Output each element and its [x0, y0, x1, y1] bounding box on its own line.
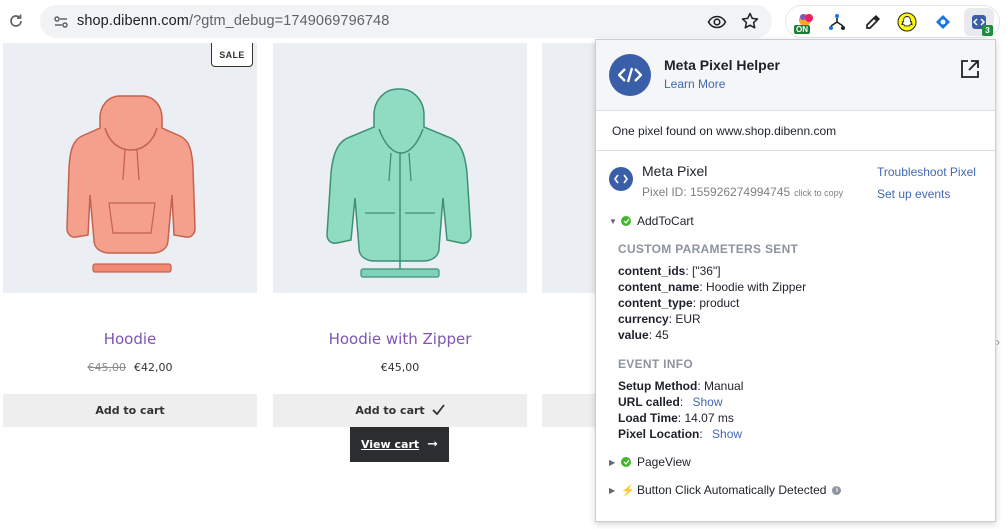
check-icon [432, 403, 445, 418]
product-image-hoodie[interactable] [3, 43, 257, 293]
event-row-pageview[interactable]: ▶ PageView [609, 455, 691, 469]
sale-badge: SALE [211, 43, 253, 67]
url-text[interactable]: shop.dibenn.com/?gtm_debug=1749069796748 [77, 13, 389, 29]
learn-more-link[interactable]: Learn More [664, 77, 725, 91]
add-to-cart-button[interactable]: Add to cart [273, 394, 527, 427]
arrow-right-icon: ➞ [427, 437, 439, 452]
add-to-cart-button[interactable]: Add to cart [3, 394, 257, 427]
param-key: currency [618, 312, 669, 326]
show-location-link[interactable]: Show [712, 427, 742, 441]
snapchat-extension-icon[interactable] [895, 11, 919, 33]
info-key: Setup Method [618, 379, 698, 393]
param-key: content_type [618, 296, 693, 310]
view-cart-label: View cart [360, 438, 420, 451]
info-key: Pixel Location [618, 427, 700, 441]
info-icon[interactable]: i [832, 485, 842, 495]
pixel-icon [609, 167, 633, 191]
event-name: Button Click Automatically Detected [637, 483, 827, 497]
pixel-id-value: Pixel ID: 155926274994745 [642, 185, 791, 199]
param-row: value: 45 [618, 328, 669, 342]
eye-icon[interactable] [707, 12, 727, 32]
event-row-addtocart[interactable]: ▼ AddToCart [609, 214, 694, 228]
show-url-link[interactable]: Show [692, 395, 722, 409]
event-info-row: Load Time: 14.07 ms [618, 411, 734, 425]
param-value: 45 [655, 328, 669, 342]
param-row: content_name: Hoodie with Zipper [618, 280, 807, 294]
collapsed-caret-icon: ▶ [609, 485, 616, 495]
meta-pixel-helper-popup: Meta Pixel Helper Learn More One pixel f… [595, 39, 996, 522]
hoodie-image [66, 95, 196, 273]
param-value: EUR [675, 312, 701, 326]
product-image-hoodie-with-zipper[interactable] [273, 43, 527, 293]
tag-extension-icon[interactable] [931, 11, 955, 33]
expanded-caret-icon: ▼ [609, 216, 617, 226]
setup-events-link[interactable]: Set up events [877, 187, 950, 201]
info-value: 14.07 ms [684, 411, 734, 425]
event-info-row: Pixel Location: Show [618, 427, 743, 441]
open-external-icon[interactable] [959, 58, 981, 80]
reload-icon[interactable] [6, 11, 26, 31]
zip-hoodie-image [326, 88, 472, 278]
custom-parameters-heading: CUSTOM PARAMETERS SENT [618, 242, 799, 256]
troubleshoot-pixel-link[interactable]: Troubleshoot Pixel [877, 165, 976, 179]
meta-pixel-logo-icon [609, 54, 651, 96]
original-price: €45,00 [87, 361, 127, 374]
gtm-extension-icon[interactable]: ON [794, 11, 818, 34]
param-key: content_ids [618, 264, 686, 278]
event-info-heading: EVENT INFO [618, 357, 694, 371]
add-to-cart-label: Add to cart [95, 404, 165, 417]
add-to-cart-label: Add to cart [355, 404, 425, 417]
meta-pixel-helper-extension-icon[interactable]: 3 [964, 8, 994, 36]
collapsed-caret-icon: ▶ [609, 457, 616, 467]
param-key: value [618, 328, 649, 342]
param-row: content_type: product [618, 296, 740, 310]
event-name: AddToCart [637, 214, 694, 228]
param-key: content_name [618, 280, 700, 294]
eyedropper-extension-icon[interactable] [861, 11, 885, 33]
fork-extension-icon[interactable] [825, 11, 849, 33]
popup-header: Meta Pixel Helper Learn More [596, 40, 995, 111]
pixels-found-text: One pixel found on www.shop.dibenn.com [596, 111, 995, 151]
param-row: currency: EUR [618, 312, 701, 326]
url-host: shop.dibenn.com [77, 13, 189, 29]
on-badge: ON [794, 25, 810, 34]
popup-title: Meta Pixel Helper [664, 57, 780, 73]
site-info-icon[interactable] [52, 13, 70, 31]
event-row-button-click[interactable]: ▶ ⚡ Button Click Automatically Detected … [609, 483, 842, 497]
param-value: Hoodie with Zipper [706, 280, 807, 294]
event-name: PageView [637, 455, 691, 469]
sale-price: €42,00 [134, 361, 173, 374]
product-price-hoodie: €45,00 €42,00 [3, 361, 257, 374]
event-info-row: URL called: Show [618, 395, 723, 409]
url-path: /?gtm_debug=1749069796748 [188, 13, 390, 29]
product-name-hoodie-with-zipper[interactable]: Hoodie with Zipper [273, 330, 527, 348]
extensions-bar: ON 3 [785, 5, 1000, 38]
view-cart-button[interactable]: View cart ➞ [350, 427, 449, 462]
info-key: Load Time [618, 411, 678, 425]
bookmark-star-icon[interactable] [740, 11, 760, 31]
info-value: Manual [704, 379, 744, 393]
param-value: ["36"] [692, 264, 721, 278]
browser-toolbar: shop.dibenn.com/?gtm_debug=1749069796748… [0, 0, 1007, 43]
product-name-hoodie[interactable]: Hoodie [3, 330, 257, 348]
add-to-cart-button-partial[interactable] [542, 394, 596, 427]
partial-content-edge: › [996, 335, 1000, 349]
product-price-hoodie-with-zipper: €45,00 [380, 361, 420, 374]
param-value: product [699, 296, 740, 310]
pixel-count-badge: 3 [982, 25, 993, 36]
address-bar[interactable]: shop.dibenn.com/?gtm_debug=1749069796748 [40, 5, 772, 38]
pixel-id[interactable]: Pixel ID: 155926274994745 click to copy [642, 185, 843, 199]
info-key: URL called [618, 395, 680, 409]
success-check-icon [621, 457, 631, 467]
pixel-name: Meta Pixel [642, 163, 708, 179]
click-to-copy-hint[interactable]: click to copy [794, 188, 843, 198]
success-check-icon [621, 216, 631, 226]
lightning-icon: ⚡ [621, 484, 635, 497]
param-row: content_ids: ["36"] [618, 264, 721, 278]
event-info-row: Setup Method: Manual [618, 379, 744, 393]
